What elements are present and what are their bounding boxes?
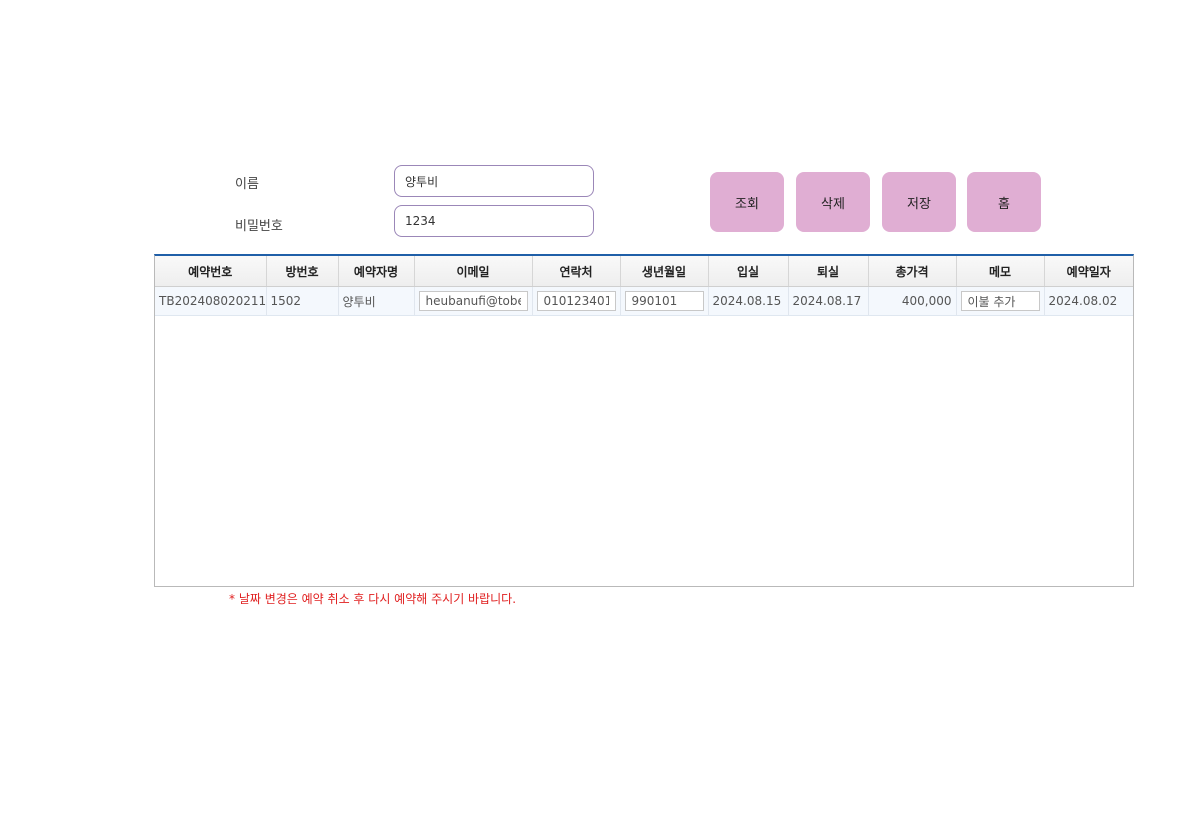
memo-field[interactable] <box>960 291 1040 311</box>
column-header-check-in[interactable]: 입실 <box>708 256 789 287</box>
email-field[interactable] <box>418 291 528 311</box>
birthdate-field[interactable] <box>624 291 704 311</box>
reservation-table: 예약번호 방번호 예약자명 이메일 연락처 생년월일 입실 퇴실 총가격 메모 … <box>155 256 1133 316</box>
cell-total-price[interactable]: 400,000 <box>868 286 957 316</box>
cell-reserved-date[interactable]: 2024.08.02 <box>1044 286 1133 316</box>
name-label: 이름 <box>235 177 259 192</box>
search-button[interactable]: 조회 <box>710 172 784 232</box>
cell-reservation-no[interactable]: TB202408020211 <box>155 286 267 316</box>
name-input[interactable] <box>394 165 594 197</box>
column-header-reservation-no[interactable]: 예약번호 <box>155 256 267 287</box>
column-header-reserved-date[interactable]: 예약일자 <box>1044 256 1133 287</box>
column-header-guest-name[interactable]: 예약자명 <box>338 256 415 287</box>
column-header-room-no[interactable]: 방번호 <box>266 256 339 287</box>
cell-check-out[interactable]: 2024.08.17 <box>788 286 869 316</box>
delete-button[interactable]: 삭제 <box>796 172 870 232</box>
column-header-check-out[interactable]: 퇴실 <box>788 256 869 287</box>
phone-field[interactable] <box>536 291 616 311</box>
cell-email <box>414 286 533 316</box>
cell-guest-name[interactable]: 양투비 <box>338 286 415 316</box>
cell-room-no[interactable]: 1502 <box>266 286 339 316</box>
cell-phone <box>532 286 621 316</box>
column-header-phone[interactable]: 연락처 <box>532 256 621 287</box>
password-label: 비밀번호 <box>235 219 283 234</box>
column-header-total-price[interactable]: 총가격 <box>868 256 957 287</box>
date-change-notice: * 날짜 변경은 예약 취소 후 다시 예약해 주시기 바랍니다. <box>229 592 517 606</box>
home-button[interactable]: 홈 <box>967 172 1041 232</box>
password-input[interactable] <box>394 205 594 237</box>
column-header-memo[interactable]: 메모 <box>956 256 1045 287</box>
save-button[interactable]: 저장 <box>882 172 956 232</box>
cell-birthdate <box>620 286 709 316</box>
reservation-grid[interactable]: 예약번호 방번호 예약자명 이메일 연락처 생년월일 입실 퇴실 총가격 메모 … <box>154 254 1134 587</box>
table-row[interactable]: TB202408020211 1502 양투비 2024.08.15 2024.… <box>155 286 1133 316</box>
column-header-birthdate[interactable]: 생년월일 <box>620 256 709 287</box>
grid-header-row: 예약번호 방번호 예약자명 이메일 연락처 생년월일 입실 퇴실 총가격 메모 … <box>155 256 1133 287</box>
cell-check-in[interactable]: 2024.08.15 <box>708 286 789 316</box>
cell-memo <box>956 286 1045 316</box>
column-header-email[interactable]: 이메일 <box>414 256 533 287</box>
